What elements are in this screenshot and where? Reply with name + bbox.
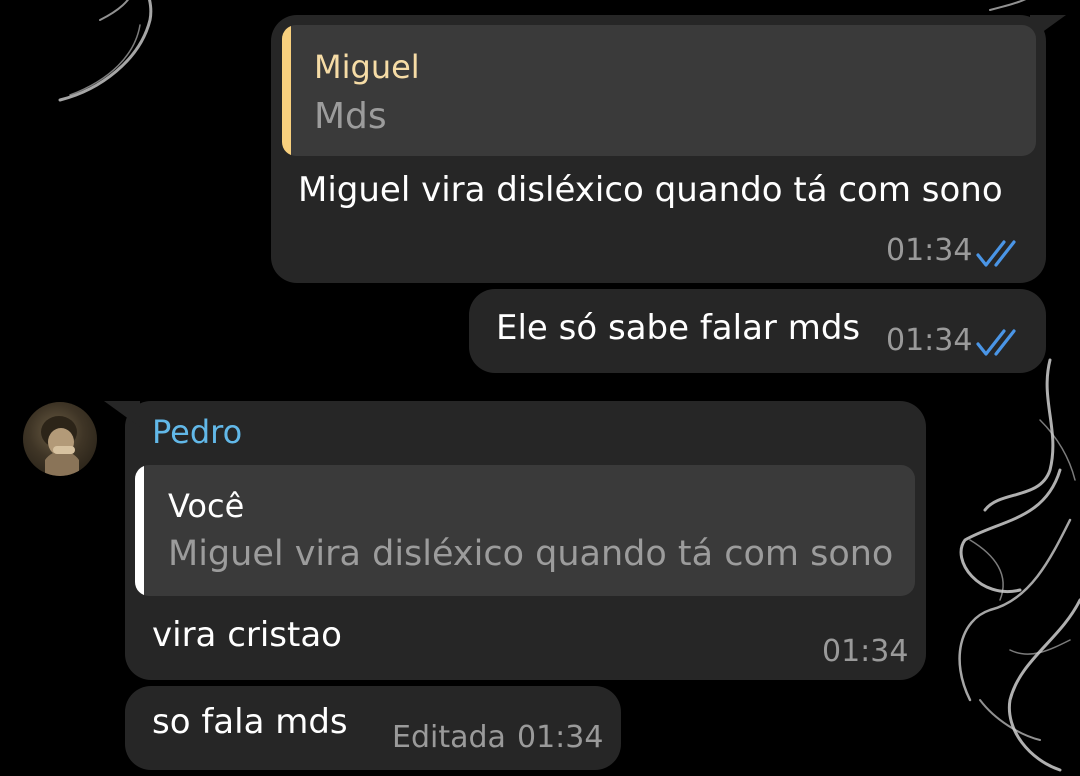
message-text: vira cristao — [152, 615, 342, 655]
pedro-avatar[interactable] — [23, 402, 97, 476]
chat-screen: Miguel Mds Miguel vira disléxico quando … — [0, 0, 1080, 776]
sender-name[interactable]: Pedro — [152, 416, 242, 448]
edited-label: Editada — [392, 720, 506, 755]
message-time: 01:34 — [886, 323, 973, 358]
bubble-tail — [104, 401, 140, 427]
reply-accent-bar — [135, 465, 144, 596]
reply-text: Miguel vira disléxico quando tá com sono — [168, 534, 894, 574]
double-check-icon — [976, 240, 1016, 267]
message-time: 01:34 — [886, 233, 973, 268]
message-text: so fala mds — [152, 702, 348, 742]
message-text: Miguel vira disléxico quando tá com sono — [298, 170, 1003, 210]
message-time: 01:34 — [822, 634, 909, 669]
reply-preview[interactable] — [135, 465, 915, 596]
reply-author: Você — [168, 487, 245, 525]
reply-text: Mds — [314, 96, 387, 137]
reply-preview[interactable] — [282, 25, 1036, 156]
reply-author: Miguel — [314, 48, 420, 86]
message-time: 01:34 — [517, 720, 604, 755]
double-check-icon — [976, 329, 1016, 356]
reply-accent-bar — [282, 25, 291, 156]
message-text: Ele só sabe falar mds — [496, 308, 861, 348]
